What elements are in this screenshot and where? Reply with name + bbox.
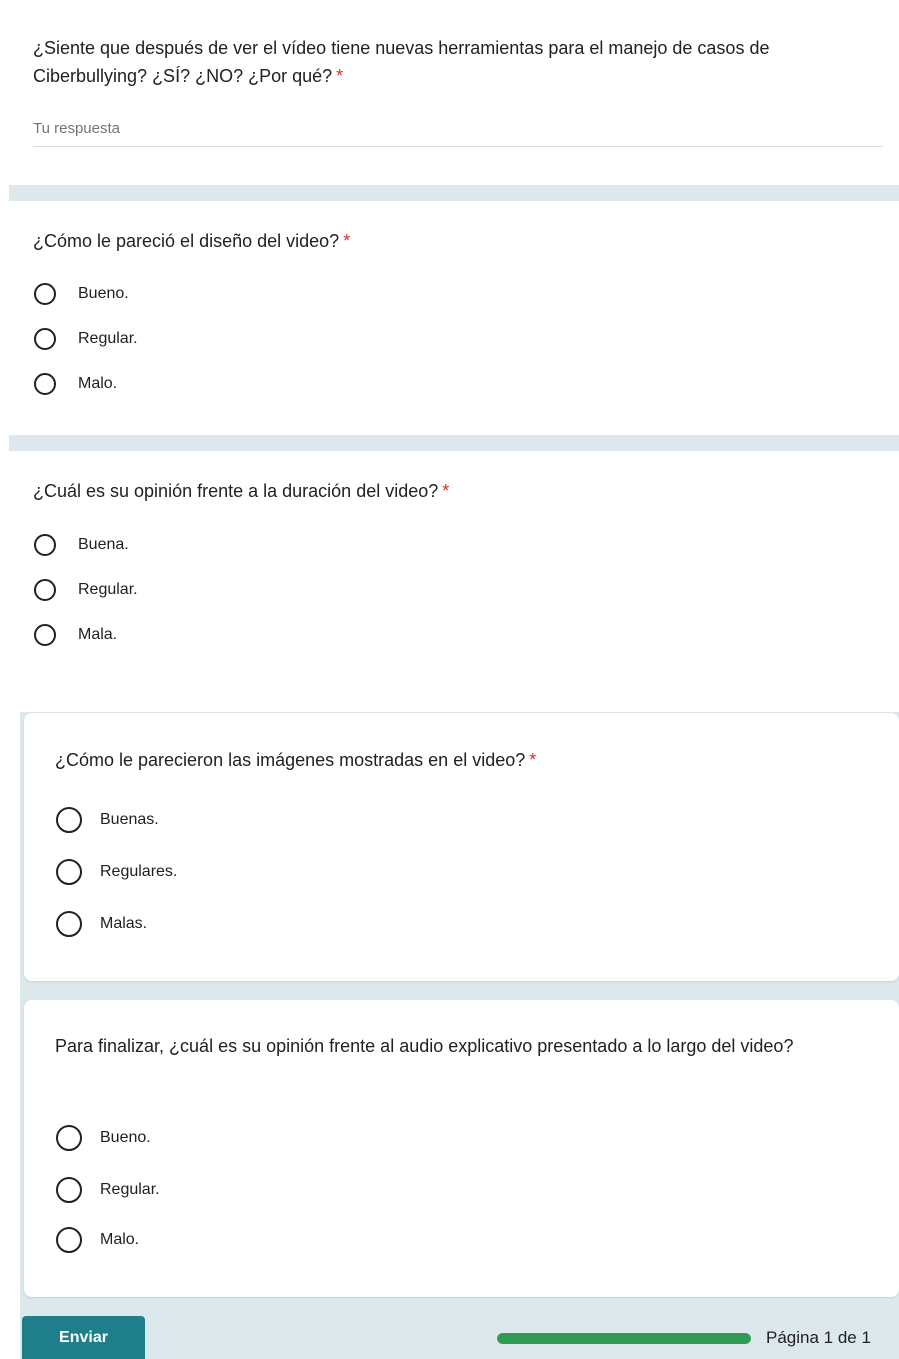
option-label: Regular. — [78, 581, 138, 598]
required-asterisk: * — [442, 481, 450, 501]
radio-button[interactable] — [34, 534, 56, 556]
radio-button[interactable] — [34, 283, 56, 305]
radio-button[interactable] — [56, 1177, 82, 1203]
section-divider — [9, 435, 899, 451]
required-asterisk: * — [336, 66, 344, 86]
option-label: Regular. — [78, 330, 138, 347]
radio-button[interactable] — [34, 328, 56, 350]
option-label: Mala. — [78, 626, 118, 643]
page-indicator: Página 1 de 1 — [766, 1328, 871, 1347]
radio-option[interactable]: Malo. — [56, 1225, 139, 1255]
option-label: Malas. — [100, 915, 148, 932]
section-divider — [9, 185, 899, 201]
question-card-images: ¿Cómo le parecieron las imágenes mostrad… — [24, 713, 899, 981]
question-title: ¿Cuál es su opinión frente a la duración… — [33, 481, 450, 501]
option-label: Regular. — [100, 1181, 160, 1198]
radio-option[interactable]: Bueno. — [34, 279, 129, 309]
question-card-duration: ¿Cuál es su opinión frente a la duración… — [9, 451, 899, 706]
submit-button[interactable]: Enviar — [22, 1316, 145, 1359]
progress-bar — [497, 1333, 751, 1344]
question-card-audio: Para finalizar, ¿cuál es su opinión fren… — [24, 1000, 899, 1297]
required-asterisk: * — [343, 231, 351, 251]
option-label: Buena. — [78, 536, 129, 553]
radio-button[interactable] — [34, 579, 56, 601]
radio-button[interactable] — [56, 807, 82, 833]
option-label: Regulares. — [100, 863, 178, 880]
option-label: Malo. — [100, 1231, 140, 1248]
question-title: ¿Siente que después de ver el vídeo tien… — [33, 38, 770, 86]
radio-option[interactable]: Regulares. — [56, 857, 177, 887]
question-title: ¿Cómo le parecieron las imágenes mostrad… — [55, 750, 537, 770]
radio-button[interactable] — [56, 1125, 82, 1151]
radio-button[interactable] — [34, 373, 56, 395]
required-asterisk: * — [529, 750, 537, 770]
question-title: Para finalizar, ¿cuál es su opinión fren… — [55, 1036, 794, 1056]
progress-bar-fill — [497, 1333, 751, 1344]
radio-button[interactable] — [56, 911, 82, 937]
option-label: Buenas. — [100, 811, 159, 828]
question-card-tools: ¿Siente que después de ver el vídeo tien… — [9, 8, 899, 185]
radio-option[interactable]: Malo. — [34, 369, 117, 399]
option-label: Malo. — [78, 375, 118, 392]
radio-button[interactable] — [56, 1227, 82, 1253]
question-title: ¿Cómo le pareció el diseño del video? * — [33, 231, 351, 251]
option-label: Bueno. — [100, 1129, 151, 1146]
radio-option[interactable]: Regular. — [56, 1175, 160, 1205]
radio-option[interactable]: Malas. — [56, 909, 147, 939]
radio-button[interactable] — [56, 859, 82, 885]
option-label: Bueno. — [78, 285, 129, 302]
radio-option[interactable]: Regular. — [34, 575, 138, 605]
radio-option[interactable]: Buenas. — [56, 805, 159, 835]
short-answer-input[interactable]: Tu respuesta — [33, 120, 883, 147]
radio-button[interactable] — [34, 624, 56, 646]
radio-option[interactable]: Bueno. — [56, 1123, 151, 1153]
radio-option[interactable]: Regular. — [34, 324, 138, 354]
radio-option[interactable]: Buena. — [34, 530, 129, 560]
radio-option[interactable]: Mala. — [34, 620, 117, 650]
question-card-design: ¿Cómo le pareció el diseño del video? * B… — [9, 201, 899, 435]
